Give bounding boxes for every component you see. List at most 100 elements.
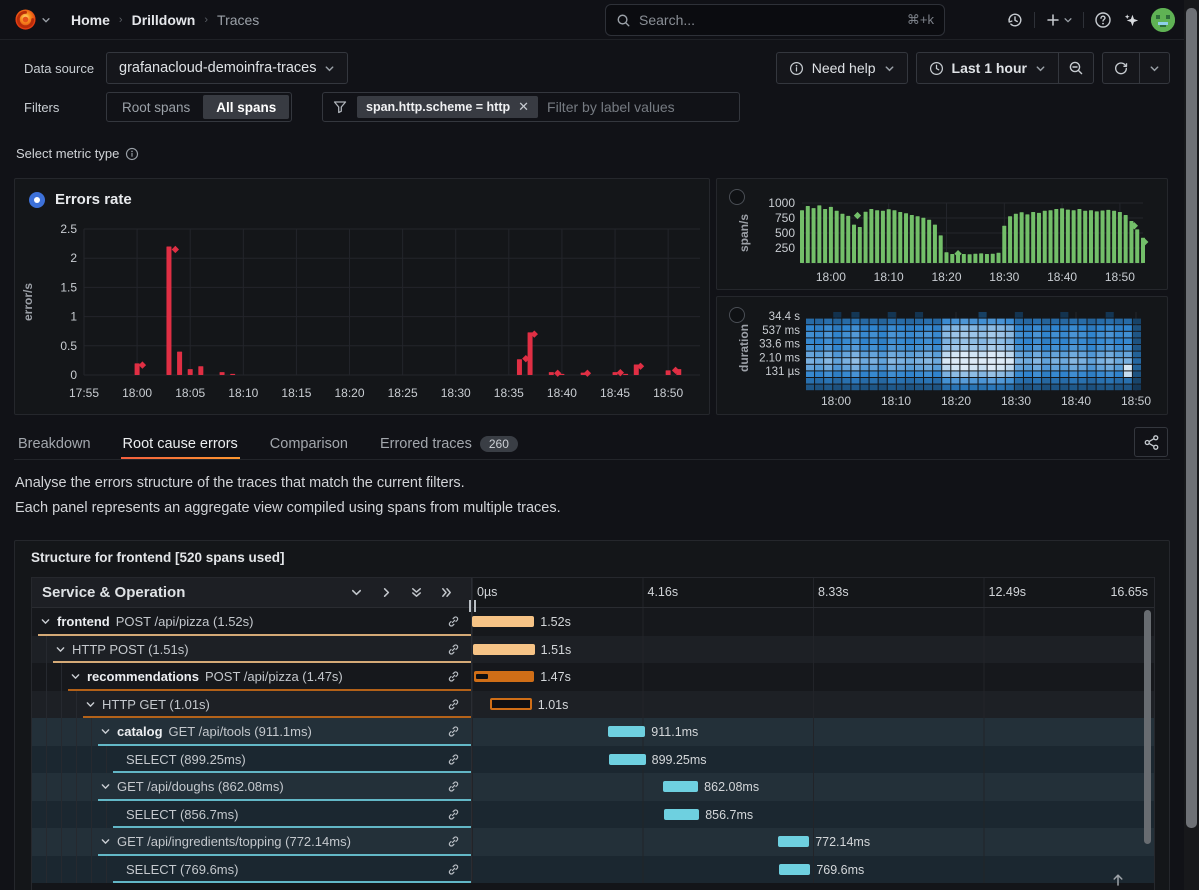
span-row[interactable]: recommendationsPOST /api/pizza (1.47s)1.… (32, 663, 1154, 691)
span-row[interactable]: HTTP POST (1.51s)1.51s (32, 636, 1154, 664)
duration-bar[interactable] (474, 671, 534, 682)
ai-assistant-icon[interactable] (1122, 11, 1141, 30)
svg-text:18:40: 18:40 (547, 386, 577, 400)
errors-rate-label: Errors rate (55, 191, 132, 208)
service-name: frontend (57, 614, 110, 629)
user-avatar[interactable] (1151, 8, 1175, 32)
chevron-down-icon[interactable] (40, 616, 51, 627)
refresh-interval-button[interactable] (1139, 52, 1170, 84)
collapse-all-icon[interactable] (410, 586, 423, 599)
data-source-label: Data source (24, 61, 94, 76)
duration-bar[interactable] (609, 754, 646, 765)
service-operation-header: Service & Operation (42, 584, 185, 601)
info-circle-icon[interactable] (125, 147, 139, 161)
svg-text:250: 250 (775, 241, 795, 255)
help-icon[interactable] (1094, 11, 1112, 29)
duration-bar[interactable] (663, 781, 698, 792)
span-rate-panel: 250500750100018:0018:1018:2018:3018:4018… (716, 178, 1168, 290)
span-row[interactable]: frontendPOST /api/pizza (1.52s)1.52s (32, 608, 1154, 636)
svg-text:18:50: 18:50 (1105, 270, 1135, 284)
duration-bar[interactable] (608, 726, 645, 737)
filter-input[interactable]: span.http.scheme = http ✕ Filter by labe… (322, 92, 740, 122)
duration-bar[interactable] (490, 698, 531, 710)
duration-bar[interactable] (664, 809, 699, 820)
operation-name: POST /api/pizza (1.47s) (205, 669, 343, 684)
trace-link-icon[interactable] (446, 779, 461, 794)
column-splitter-handle[interactable] (466, 600, 478, 614)
chevron-down-icon[interactable] (85, 699, 96, 710)
trace-link-icon[interactable] (446, 697, 461, 712)
chevron-down-icon[interactable] (70, 671, 81, 682)
tab-errored-traces[interactable]: Errored traces 260 (378, 428, 520, 459)
breadcrumb-drilldown[interactable]: Drilldown (132, 12, 196, 28)
time-axis-tick: 16.65s (1110, 585, 1148, 599)
time-range-picker[interactable]: Last 1 hour (916, 52, 1058, 84)
trace-link-icon[interactable] (446, 862, 461, 877)
duration-bar[interactable] (778, 836, 810, 847)
tab-description: Analyse the errors structure of the trac… (15, 471, 561, 520)
svg-text:18:00: 18:00 (122, 386, 152, 400)
trace-link-icon[interactable] (446, 642, 461, 657)
operation-name: POST /api/pizza (1.52s) (116, 614, 254, 629)
operation-name: HTTP GET (1.01s) (102, 697, 210, 712)
org-switcher-chevron-icon[interactable] (41, 15, 51, 25)
page-scrollbar[interactable] (1184, 0, 1199, 890)
span-row[interactable]: HTTP GET (1.01s) 1.01s (32, 691, 1154, 719)
toggle-all-spans[interactable]: All spans (203, 95, 289, 119)
duration-label: 899.25ms (652, 753, 707, 767)
span-row[interactable]: SELECT (856.7ms)856.7ms (32, 801, 1154, 829)
trace-link-icon[interactable] (446, 724, 461, 739)
span-scope-toggle: Root spans All spans (106, 92, 292, 122)
duration-bar[interactable] (473, 644, 535, 655)
tab-breakdown[interactable]: Breakdown (16, 428, 93, 459)
span-row[interactable]: catalogGET /api/tools (911.1ms)911.1ms (32, 718, 1154, 746)
filter-chip[interactable]: span.http.scheme = http ✕ (357, 96, 538, 118)
refresh-button[interactable] (1102, 52, 1139, 84)
chevron-down-icon[interactable] (100, 726, 111, 737)
collapse-one-icon[interactable] (350, 586, 363, 599)
data-source-picker[interactable]: grafanacloud-demoinfra-traces (106, 52, 348, 84)
toggle-root-spans[interactable]: Root spans (109, 95, 203, 119)
svg-text:18:20: 18:20 (931, 270, 961, 284)
global-search-input[interactable]: Search... ⌘+k (605, 4, 945, 36)
chevron-down-icon[interactable] (100, 781, 111, 792)
duration-label: 862.08ms (704, 780, 759, 794)
tab-root-cause-errors[interactable]: Root cause errors (121, 428, 240, 459)
chevron-down-icon[interactable] (100, 836, 111, 847)
grafana-logo[interactable] (14, 8, 37, 31)
trace-link-icon[interactable] (446, 614, 461, 629)
share-button[interactable] (1134, 427, 1168, 457)
zoom-out-button[interactable] (1058, 52, 1094, 84)
span-row[interactable]: GET /api/ingredients/topping (772.14ms)7… (32, 828, 1154, 856)
duration-bar[interactable] (472, 616, 534, 627)
breadcrumb-home[interactable]: Home (71, 12, 110, 28)
errors-rate-radio[interactable] (29, 192, 45, 208)
trace-link-icon[interactable] (446, 669, 461, 684)
tab-comparison[interactable]: Comparison (268, 428, 350, 459)
span-row[interactable]: GET /api/doughs (862.08ms)862.08ms (32, 773, 1154, 801)
duration-heatmap: 34.4 s537 ms33.6 ms2.10 ms131 µs18:0018:… (718, 300, 1166, 414)
span-rate-chart: 250500750100018:0018:1018:2018:3018:4018… (718, 181, 1166, 289)
expand-one-icon[interactable] (380, 586, 393, 599)
remove-filter-icon[interactable]: ✕ (518, 99, 529, 115)
top-nav: Home › Drilldown › Traces Search... ⌘+k (0, 0, 1199, 40)
duration-label: 1.01s (538, 698, 569, 712)
history-icon[interactable] (1006, 11, 1024, 29)
flame-scrollbar[interactable] (1144, 610, 1151, 848)
trace-link-icon[interactable] (446, 834, 461, 849)
span-row[interactable]: SELECT (899.25ms)899.25ms (32, 746, 1154, 774)
chevron-down-icon[interactable] (55, 644, 66, 655)
page-scrollbar-thumb[interactable] (1186, 8, 1197, 828)
expand-all-icon[interactable] (440, 586, 453, 599)
duration-bar[interactable] (779, 864, 811, 875)
svg-text:18:45: 18:45 (600, 386, 630, 400)
create-new-button[interactable] (1045, 12, 1073, 28)
time-axis-tick: 8.33s (818, 585, 849, 599)
need-help-button[interactable]: Need help (776, 52, 908, 84)
trace-link-icon[interactable] (446, 752, 461, 767)
zoom-out-icon (1068, 60, 1084, 76)
scroll-to-top-icon[interactable] (1111, 873, 1125, 887)
trace-link-icon[interactable] (446, 807, 461, 822)
chevron-down-icon (1149, 63, 1160, 74)
span-row[interactable]: SELECT (769.6ms)769.6ms (32, 856, 1154, 884)
